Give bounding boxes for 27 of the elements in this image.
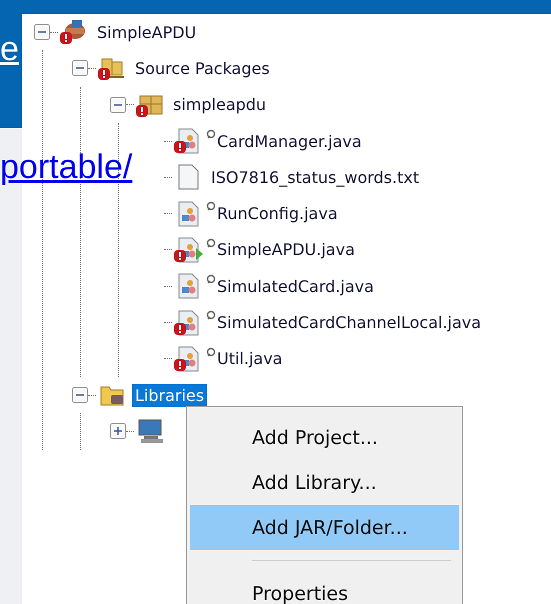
java-icon (178, 201, 198, 226)
heading-text: e (0, 30, 19, 69)
expand-toggle[interactable] (110, 96, 126, 113)
tree-item[interactable]: Util.java (217, 347, 286, 370)
expand-toggle[interactable] (110, 423, 126, 440)
url-link[interactable]: portable/ (0, 148, 132, 187)
tree-item[interactable]: CardManager.java (217, 130, 365, 153)
libraries-icon (100, 386, 124, 406)
tree-item[interactable]: simpleapdu (170, 93, 270, 116)
tree-item[interactable]: SimulatedCardChannelLocal.java (217, 311, 484, 334)
expand-toggle[interactable] (34, 24, 50, 40)
java-icon (178, 274, 198, 299)
tree-item[interactable]: Libraries (132, 384, 208, 407)
expand-toggle[interactable] (72, 387, 88, 404)
menu-item[interactable]: Add Library... (190, 460, 459, 505)
tree-item[interactable]: ISO7816_status_words.txt (208, 166, 422, 189)
text-icon (178, 164, 198, 190)
jdk-icon (138, 420, 163, 444)
tree-item[interactable]: Source Packages (132, 56, 273, 80)
menu-item[interactable]: Add JAR/Folder... (190, 505, 459, 550)
expand-toggle[interactable] (72, 60, 88, 76)
menu-item[interactable]: Properties (190, 571, 459, 604)
tree-item[interactable]: SimulatedCard.java (217, 274, 377, 298)
tree-item[interactable]: SimpleAPDU.java (217, 238, 358, 262)
tree-item[interactable]: SimpleAPDU (94, 20, 200, 44)
tree-item[interactable]: RunConfig.java (217, 202, 341, 226)
menu-item[interactable]: Add Project... (190, 415, 459, 460)
